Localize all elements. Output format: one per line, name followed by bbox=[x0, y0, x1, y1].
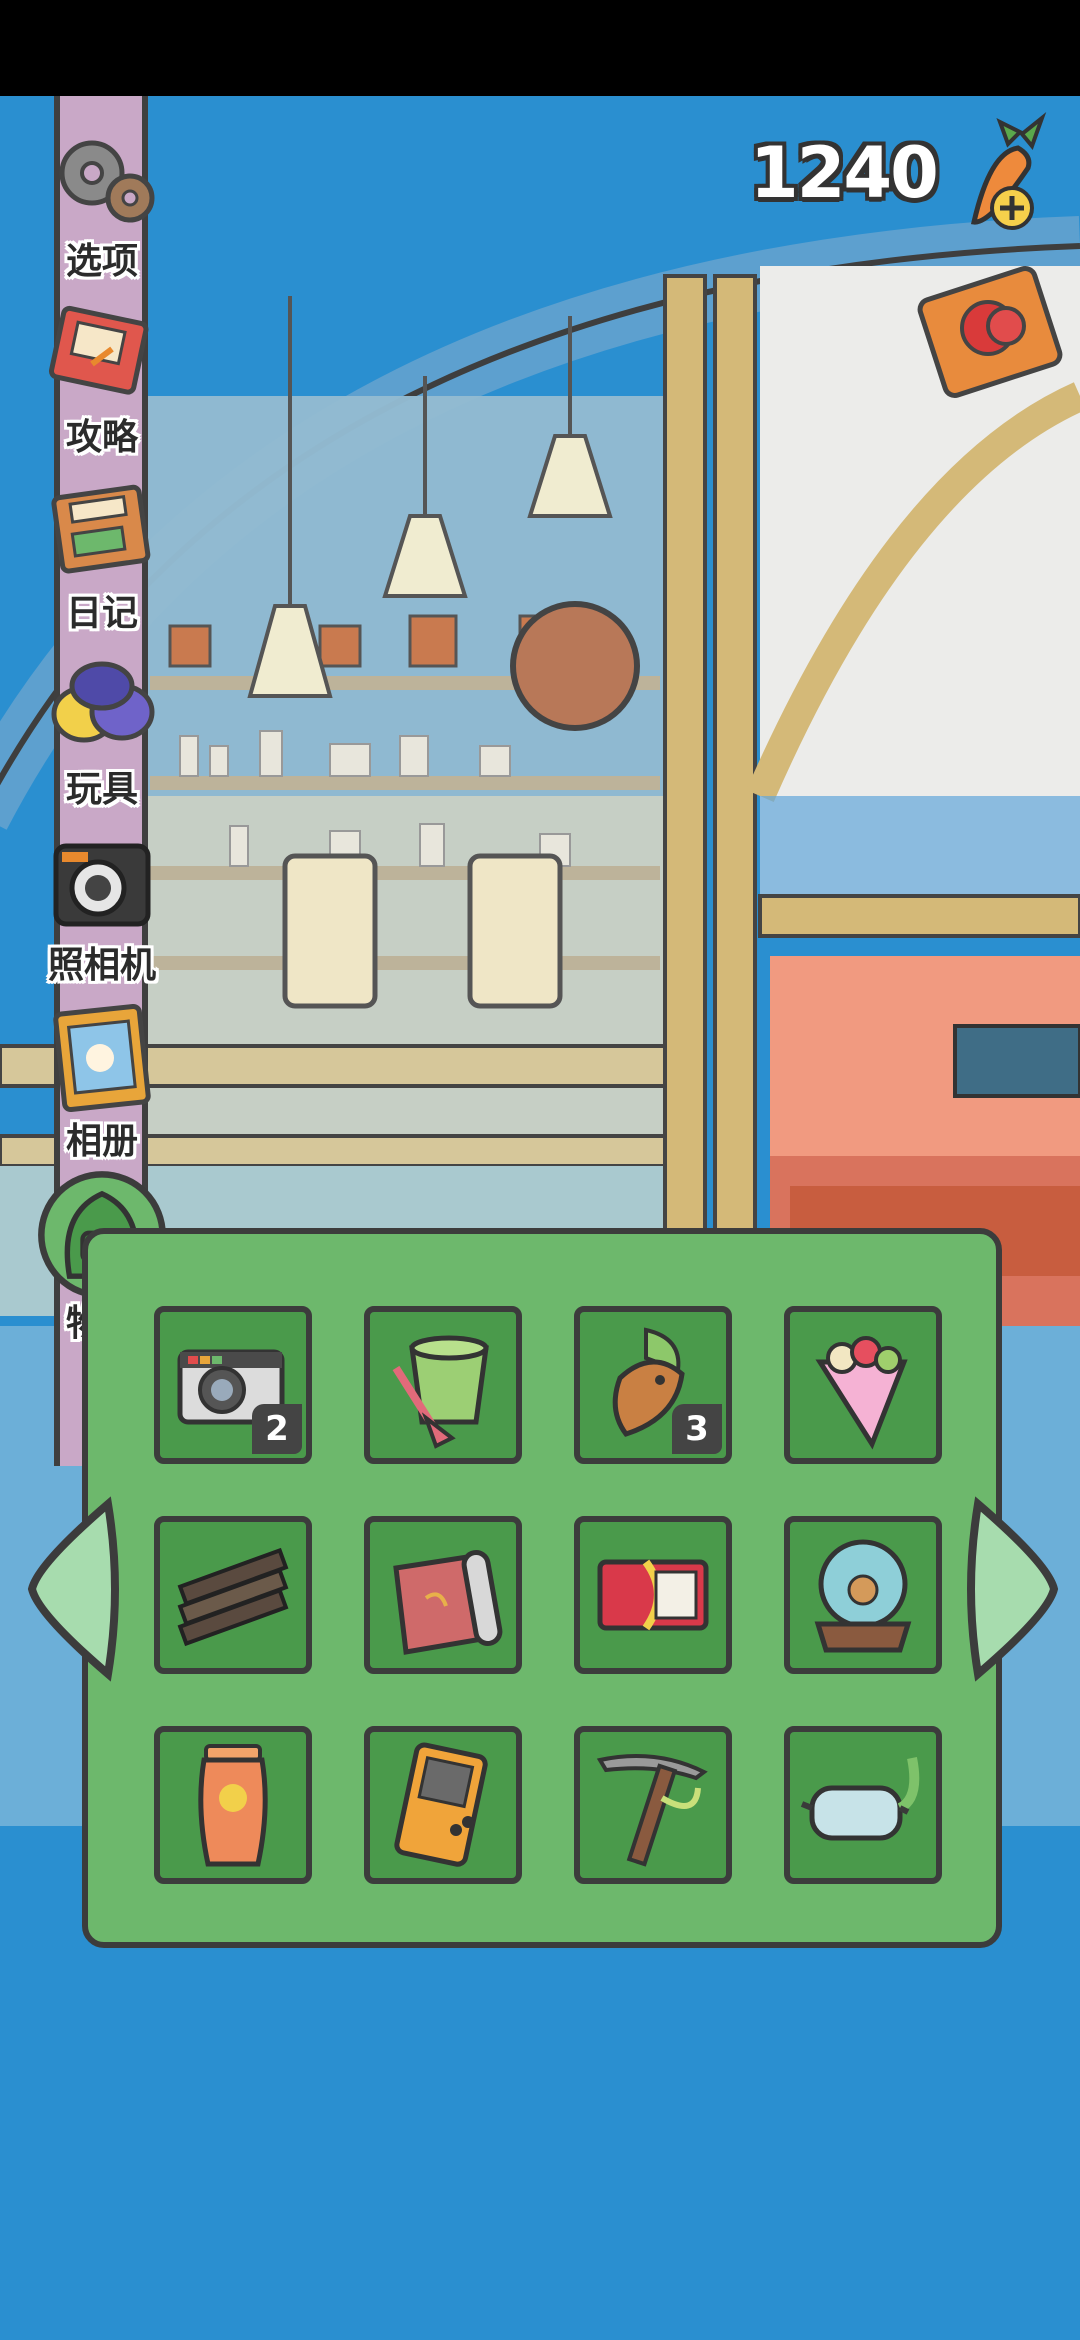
menu-options-label: 选项 bbox=[65, 241, 138, 282]
guidebook-icon bbox=[48, 305, 149, 395]
menu-toys[interactable]: 玩具 bbox=[28, 646, 176, 812]
menu-album[interactable]: 相册 bbox=[28, 998, 176, 1164]
ticket-card-icon bbox=[597, 1559, 709, 1631]
inventory-slot-7[interactable] bbox=[574, 1516, 732, 1674]
firewood-icon bbox=[177, 1547, 289, 1647]
inventory-slot-8[interactable] bbox=[784, 1516, 942, 1674]
inventory-slot-1[interactable]: 2 bbox=[154, 1306, 312, 1464]
inventory-slot-11[interactable] bbox=[574, 1726, 732, 1884]
handheld-console-icon bbox=[394, 1742, 488, 1867]
inventory-slot-10[interactable] bbox=[364, 1726, 522, 1884]
menu-camera-label: 照相机 bbox=[47, 945, 156, 986]
status-bar bbox=[0, 0, 1080, 96]
snow-globe-icon bbox=[814, 1539, 912, 1653]
menu-guide[interactable]: 攻略 bbox=[28, 294, 176, 460]
rug-roll-icon bbox=[393, 1550, 503, 1655]
snorkel-mask-icon bbox=[800, 1757, 920, 1841]
menu-diary[interactable]: 日记 bbox=[28, 470, 176, 636]
item-count-badge: 2 bbox=[252, 1404, 302, 1454]
item-count-badge: 3 bbox=[672, 1404, 722, 1454]
inventory-slot-2[interactable] bbox=[364, 1306, 522, 1464]
menu-guide-label: 攻略 bbox=[65, 417, 138, 458]
inventory-panel: 2 3 bbox=[82, 1228, 1002, 1948]
camera-icon bbox=[53, 843, 151, 927]
menu-diary-label: 日记 bbox=[65, 593, 138, 634]
arrow-right-icon[interactable] bbox=[958, 1494, 1068, 1684]
toy-balls-icon bbox=[51, 661, 155, 743]
sunscreen-icon bbox=[198, 1744, 268, 1867]
photo-album-icon bbox=[53, 1003, 151, 1113]
menu-toys-label: 玩具 bbox=[65, 769, 138, 810]
menu-options[interactable]: 选项 bbox=[28, 118, 176, 284]
inventory-slot-12[interactable] bbox=[784, 1726, 942, 1884]
inventory-slot-5[interactable] bbox=[154, 1516, 312, 1674]
ice-axe-icon bbox=[596, 1754, 708, 1867]
crepe-icon bbox=[815, 1336, 908, 1450]
gear-icon bbox=[59, 140, 155, 223]
carrot-count: 1240 bbox=[750, 132, 939, 214]
inventory-slot-3[interactable]: 3 bbox=[574, 1306, 732, 1464]
diary-icon bbox=[51, 484, 151, 574]
menu-album-label: 相册 bbox=[65, 1121, 138, 1162]
ticket-icon[interactable] bbox=[910, 262, 1070, 402]
arrow-left-icon[interactable] bbox=[18, 1494, 128, 1684]
bucket-and-spade-icon bbox=[392, 1335, 489, 1449]
inventory-slot-4[interactable] bbox=[784, 1306, 942, 1464]
inventory-slot-6[interactable] bbox=[364, 1516, 522, 1674]
carrot-plus-icon[interactable] bbox=[950, 112, 1060, 242]
inventory-slot-9[interactable] bbox=[154, 1726, 312, 1884]
menu-camera[interactable]: 照相机 bbox=[28, 822, 176, 988]
